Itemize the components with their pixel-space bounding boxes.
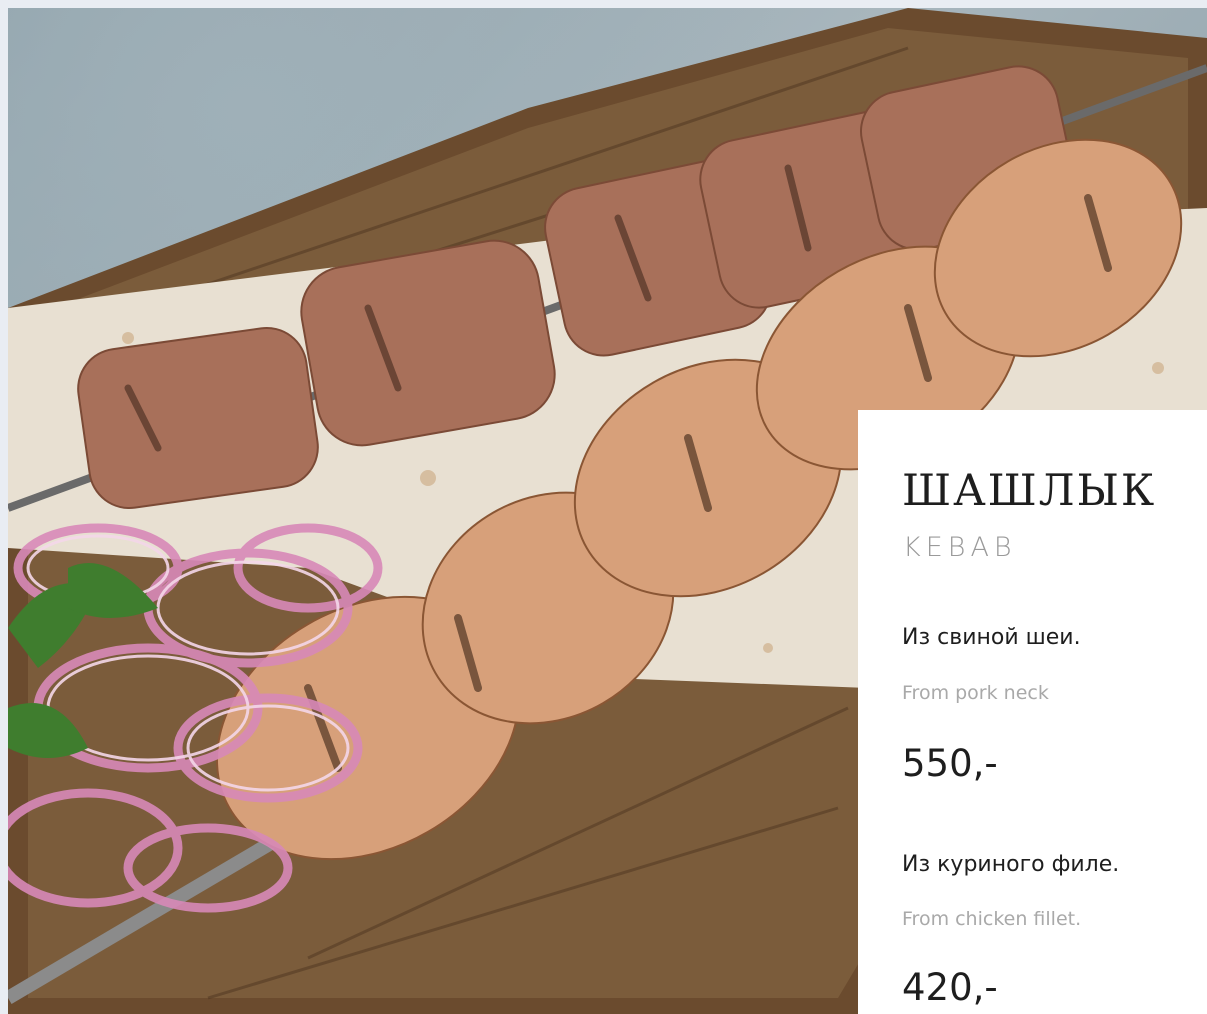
item-name: Из куриного филе. [902,852,1120,877]
dish-subtitle: KEBAB [903,532,1017,563]
dish-title: ШАШЛЫК [902,466,1157,516]
item-name: Из свиной шеи. [902,625,1081,650]
item-name-en: From chicken fillet. [902,908,1082,930]
menu-info-panel: ШАШЛЫК KEBAB Из свиной шеи. From pork ne… [858,410,1207,1014]
item-price: 550,- [902,742,998,785]
item-price: 420,- [902,966,998,1009]
item-name-en: From pork neck [902,682,1049,704]
